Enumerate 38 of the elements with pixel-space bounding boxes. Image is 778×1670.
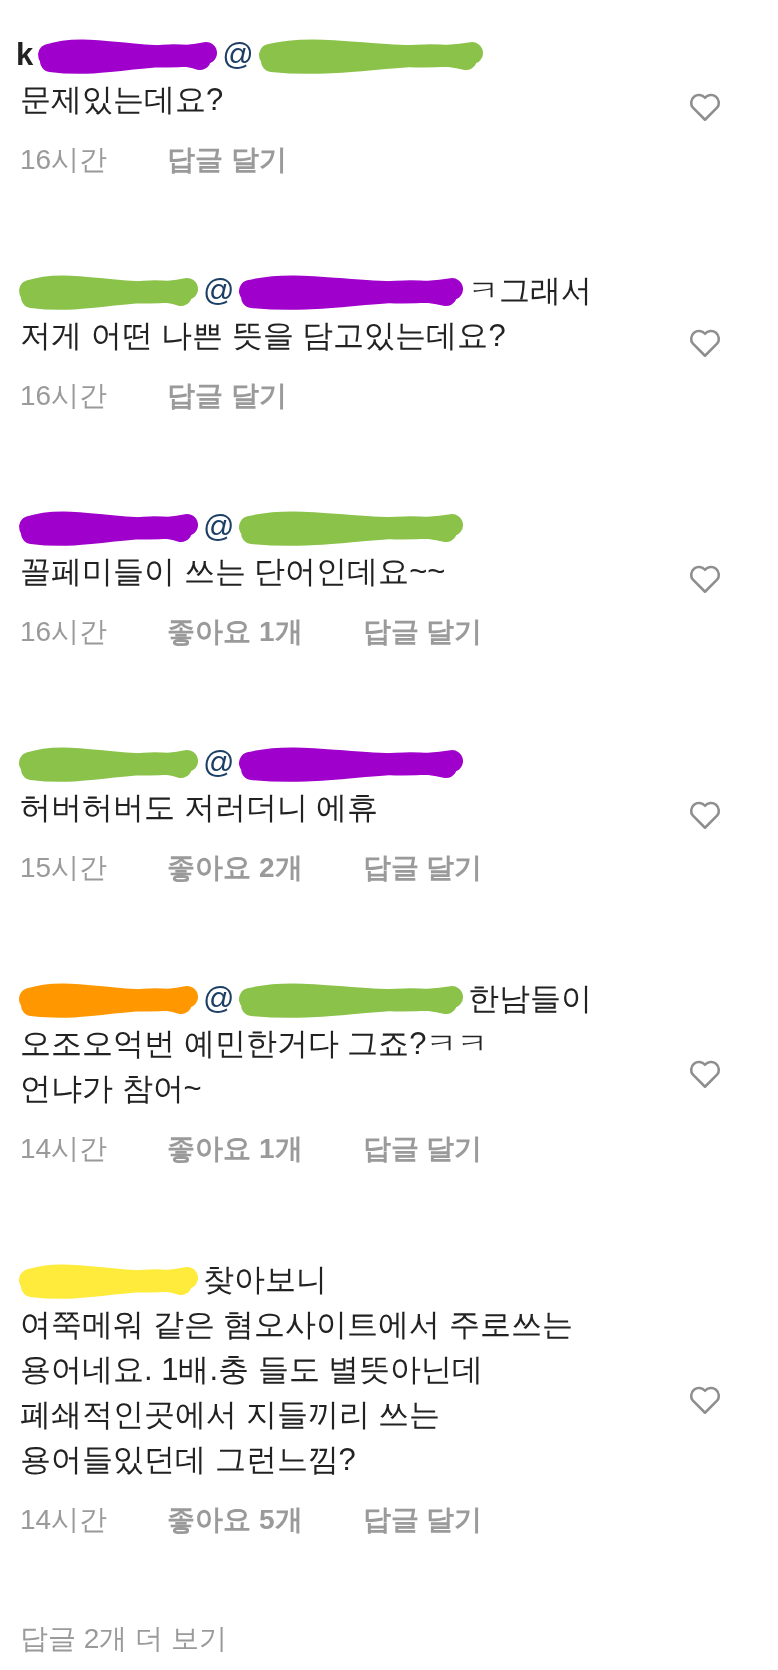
heart-icon[interactable]	[688, 564, 722, 594]
comment-text: 한남들이	[468, 980, 593, 1018]
comment-text: 찾아보니	[203, 1261, 327, 1299]
heart-icon[interactable]	[688, 92, 722, 122]
comment-text: 여쭉메워 같은 혐오사이트에서 주로쓰는 용어네요. 1배.충 들도 별뜻아닌데 폐쇄적인곳에서 지들끼리 쓰는 용어들있던데 그런느낌?	[20, 1306, 574, 1479]
comment-text: 허버허버도 저러더니 에휴	[20, 789, 380, 827]
heart-icon[interactable]	[688, 1384, 722, 1415]
comment-text: 오조오억번 예민한거다 그죠?ㅋㅋ 언냐가 참어~	[20, 1025, 490, 1108]
likes-count[interactable]: 좋아요 1개	[167, 609, 303, 654]
reply-button[interactable]: 답글 달기	[167, 373, 287, 418]
username[interactable]: k	[16, 32, 34, 77]
reply-button[interactable]: 답글 달기	[362, 1497, 483, 1542]
comment-time: 15시간	[20, 851, 108, 885]
comment-time: 14시간	[20, 1503, 108, 1537]
mention-link[interactable]: @	[203, 268, 235, 313]
comment-text: ㅋ그래서	[468, 272, 593, 310]
reply-button[interactable]: 답글 달기	[362, 1126, 483, 1171]
reply-button[interactable]: 답글 달기	[167, 137, 287, 182]
comment-time: 16시간	[20, 143, 108, 177]
likes-count[interactable]: 좋아요 5개	[167, 1497, 303, 1542]
reply-button[interactable]: 답글 달기	[362, 845, 483, 890]
comment-time: 16시간	[20, 379, 108, 413]
mention-link[interactable]: @	[203, 976, 235, 1021]
mention-link[interactable]: @	[203, 504, 235, 549]
likes-count[interactable]: 좋아요 2개	[167, 845, 303, 890]
view-more-replies-link[interactable]: 답글 2개 더 보기	[20, 1618, 227, 1660]
comment-text: 문제있는데요?	[20, 81, 225, 119]
comment-text: 저게 어떤 나쁜 뜻을 담고있는데요?	[20, 317, 507, 355]
heart-icon[interactable]	[688, 328, 722, 358]
mention-link[interactable]: @	[203, 740, 235, 785]
comment-text: 꼴페미들이 쓰는 단어인데요~~	[20, 553, 447, 591]
heart-icon[interactable]	[688, 800, 722, 830]
comment-time: 16시간	[20, 615, 108, 649]
likes-count[interactable]: 좋아요 1개	[167, 1126, 303, 1171]
reply-button[interactable]: 답글 달기	[362, 609, 483, 654]
heart-icon[interactable]	[688, 1058, 722, 1089]
comment-time: 14시간	[20, 1132, 108, 1166]
mention-link[interactable]: @	[222, 32, 254, 77]
